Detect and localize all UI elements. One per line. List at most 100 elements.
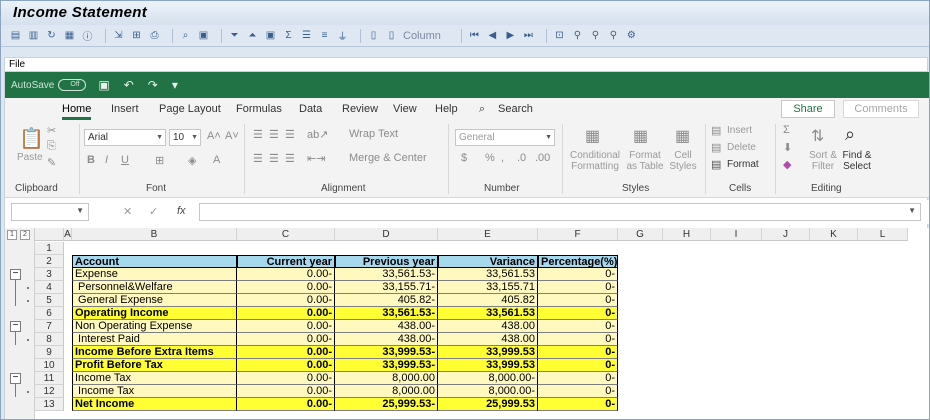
borders-icon[interactable]: ⊞ bbox=[155, 154, 164, 167]
autosave-toggle[interactable]: Off bbox=[58, 79, 87, 91]
delete-cells-icon[interactable]: ▤ bbox=[711, 141, 721, 154]
bold-icon[interactable]: B bbox=[87, 154, 95, 166]
table-cell[interactable]: 0.00- bbox=[237, 372, 335, 385]
table-cell[interactable]: 33,999.53 bbox=[438, 346, 538, 359]
last-page-icon[interactable]: ⏭ bbox=[522, 29, 535, 42]
table-cell[interactable]: 8,000.00- bbox=[438, 385, 538, 398]
document-icon[interactable]: ▯ bbox=[367, 29, 380, 42]
tab-insert[interactable]: Insert bbox=[111, 103, 139, 115]
insert-cells-button[interactable]: Insert bbox=[727, 125, 752, 136]
table-cell[interactable]: Income Before Extra Items bbox=[72, 346, 237, 359]
outline-level-1-button[interactable]: 1 bbox=[7, 230, 17, 240]
total-icon[interactable]: ≡ bbox=[318, 29, 331, 42]
layout-icon[interactable]: ▣ bbox=[264, 29, 277, 42]
sort-ascending-icon[interactable]: ▤ bbox=[9, 29, 22, 42]
column-header-f[interactable]: F bbox=[538, 228, 618, 241]
align-bottom-icon[interactable]: ☰ bbox=[285, 128, 295, 141]
export-icon[interactable]: ⇲ bbox=[112, 29, 125, 42]
row-header-13[interactable]: 13 bbox=[35, 398, 64, 411]
column-header-e[interactable]: E bbox=[438, 228, 538, 241]
align-middle-icon[interactable]: ☰ bbox=[269, 128, 279, 141]
column-icon[interactable]: ▯ bbox=[385, 29, 398, 42]
tab-home[interactable]: Home bbox=[62, 103, 92, 120]
tab-page-layout[interactable]: Page Layout bbox=[159, 103, 221, 115]
table-cell[interactable]: 8,000.00- bbox=[438, 372, 538, 385]
table-cell[interactable]: 0- bbox=[538, 372, 618, 385]
table-cell[interactable]: 438.00- bbox=[335, 320, 438, 333]
table-cell[interactable]: Net Income bbox=[72, 398, 237, 411]
percent-icon[interactable]: % bbox=[485, 152, 495, 164]
subtotal-icon[interactable]: Σ bbox=[282, 29, 295, 42]
cell-styles-button[interactable]: Cell Styles bbox=[667, 150, 699, 172]
name-box[interactable]: ▼ bbox=[11, 203, 89, 221]
table-cell[interactable]: 33,561.53- bbox=[335, 268, 438, 281]
align-right-icon[interactable]: ☰ bbox=[285, 152, 295, 165]
table-cell[interactable]: 0.00- bbox=[237, 398, 335, 411]
cut-icon[interactable]: ✂ bbox=[47, 124, 56, 137]
table-cell[interactable]: 25,999.53 bbox=[438, 398, 538, 411]
clear-icon[interactable]: ◆ bbox=[783, 158, 791, 171]
table-cell[interactable]: 0- bbox=[538, 346, 618, 359]
orientation-icon[interactable]: ab↗ bbox=[307, 128, 328, 141]
table-cell[interactable]: Personnel&Welfare bbox=[72, 281, 237, 294]
find-icon[interactable]: ⌕ bbox=[179, 29, 192, 42]
tree-collapse-icon[interactable]: ⚲ bbox=[607, 29, 620, 42]
cancel-icon[interactable]: ✕ bbox=[123, 205, 132, 218]
table-cell[interactable]: 0- bbox=[538, 268, 618, 281]
table-cell[interactable]: Profit Before Tax bbox=[72, 359, 237, 372]
column-header-j[interactable]: J bbox=[762, 228, 810, 241]
format-as-table-button[interactable]: Format as Table bbox=[623, 150, 667, 172]
row-header-3[interactable]: 3 bbox=[35, 268, 64, 281]
table-header-cell[interactable]: Percentage(%) bbox=[538, 255, 618, 268]
table-cell[interactable]: Operating Income bbox=[72, 307, 237, 320]
table-cell[interactable]: Interest Paid bbox=[72, 333, 237, 346]
table-cell[interactable]: Income Tax bbox=[72, 385, 237, 398]
row-header-4[interactable]: 4 bbox=[35, 281, 64, 294]
table-cell[interactable]: 33,999.53 bbox=[438, 359, 538, 372]
collapse-group-button[interactable]: − bbox=[10, 321, 21, 332]
table-cell[interactable]: 25,999.53- bbox=[335, 398, 438, 411]
conditional-formatting-icon[interactable]: ▦ bbox=[585, 126, 600, 146]
font-size-dropdown[interactable]: 10 ▼ bbox=[169, 129, 201, 146]
tab-view[interactable]: View bbox=[393, 103, 417, 115]
decrease-decimal-icon[interactable]: .00 bbox=[535, 152, 550, 164]
increase-font-icon[interactable]: A˄ bbox=[207, 130, 221, 142]
enter-icon[interactable]: ✓ bbox=[149, 205, 158, 218]
tab-help[interactable]: Help bbox=[435, 103, 458, 115]
search-icon[interactable]: ⌕ bbox=[479, 103, 485, 116]
row-header-9[interactable]: 9 bbox=[35, 346, 64, 359]
hierarchy-icon[interactable]: ☰ bbox=[300, 29, 313, 42]
increase-decimal-icon[interactable]: .0 bbox=[517, 152, 526, 164]
table-cell[interactable]: 33,999.53- bbox=[335, 346, 438, 359]
row-header-8[interactable]: 8 bbox=[35, 333, 64, 346]
sort-filter-button[interactable]: Sort & Filter bbox=[808, 150, 838, 172]
font-family-dropdown[interactable]: Arial ▼ bbox=[84, 129, 166, 146]
table-cell[interactable]: 8,000.00 bbox=[335, 385, 438, 398]
column-header-i[interactable]: I bbox=[711, 228, 762, 241]
table-cell[interactable]: Income Tax bbox=[72, 372, 237, 385]
format-as-table-icon[interactable]: ▦ bbox=[633, 126, 648, 146]
tree-expand-icon[interactable]: ⚲ bbox=[589, 29, 602, 42]
table-cell[interactable]: 438.00 bbox=[438, 320, 538, 333]
table-cell[interactable]: 0.00- bbox=[237, 294, 335, 307]
drilldown-icon[interactable]: ⊞ bbox=[130, 29, 143, 42]
table-cell[interactable]: 0.00- bbox=[237, 307, 335, 320]
comma-icon[interactable]: , bbox=[501, 152, 504, 164]
table-cell[interactable]: 0.00- bbox=[237, 268, 335, 281]
column-header-k[interactable]: K bbox=[810, 228, 858, 241]
table-cell[interactable]: 8,000.00 bbox=[335, 372, 438, 385]
insert-function-button[interactable]: fx bbox=[177, 205, 186, 217]
format-cells-icon[interactable]: ▤ bbox=[711, 158, 721, 171]
wrap-text-button[interactable]: Wrap Text bbox=[349, 128, 398, 140]
find-select-icon[interactable]: ⌕ bbox=[845, 124, 855, 145]
row-header-12[interactable]: 12 bbox=[35, 385, 64, 398]
tab-data[interactable]: Data bbox=[299, 103, 322, 115]
collapse-group-button[interactable]: − bbox=[10, 373, 21, 384]
select-all-corner[interactable] bbox=[35, 228, 64, 241]
table-cell[interactable]: Expense bbox=[72, 268, 237, 281]
table-cell[interactable]: General Expense bbox=[72, 294, 237, 307]
undo-icon[interactable]: ↶ bbox=[124, 78, 134, 92]
table-cell[interactable]: 0- bbox=[538, 359, 618, 372]
decrease-font-icon[interactable]: A˅ bbox=[225, 130, 239, 142]
insert-cells-icon[interactable]: ▤ bbox=[711, 124, 721, 137]
